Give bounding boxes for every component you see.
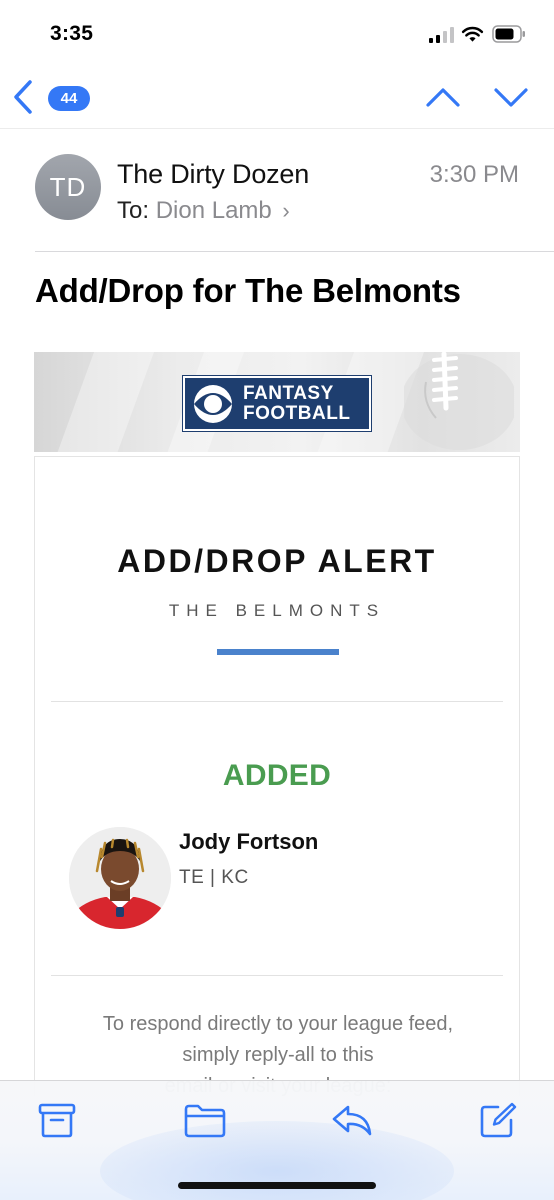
header-divider xyxy=(35,251,554,252)
chevron-up-icon[interactable] xyxy=(424,84,462,110)
cbs-eye-icon xyxy=(194,384,232,423)
chevron-right-icon[interactable]: › xyxy=(282,198,289,223)
battery-icon xyxy=(492,25,525,43)
archive-icon[interactable] xyxy=(37,1101,77,1139)
sent-time: 3:30 PM xyxy=(429,161,519,188)
cbs-fantasy-football-logo: FANTASY FOOTBALL xyxy=(182,375,372,432)
status-time: 3:35 xyxy=(50,22,94,45)
email-subject: Add/Drop for The Belmonts xyxy=(35,272,461,309)
sender-avatar[interactable]: TD xyxy=(35,154,101,220)
alert-title: ADD/DROP ALERT xyxy=(117,543,437,579)
logo-line-2: FOOTBALL xyxy=(243,402,351,424)
reply-icon[interactable] xyxy=(330,1101,374,1139)
football-graphic xyxy=(404,352,514,450)
player-name[interactable]: Jody Fortson xyxy=(179,829,318,855)
unread-count-badge[interactable]: 44 xyxy=(48,86,90,111)
reply-instructions-line: To respond directly to your league feed, xyxy=(102,1013,454,1035)
added-heading: ADDED xyxy=(222,759,332,792)
status-bar: 3:35 xyxy=(0,0,554,70)
chevron-left-icon[interactable] xyxy=(12,79,34,115)
sender-name[interactable]: The Dirty Dozen xyxy=(117,159,309,190)
email-header: TD The Dirty Dozen To: Dion Lamb › 3:30 … xyxy=(0,128,554,252)
card-divider xyxy=(51,701,503,702)
compose-icon[interactable] xyxy=(478,1101,518,1139)
player-headshot-image xyxy=(69,827,171,929)
mail-navigation-bar: 44 xyxy=(0,70,554,128)
wifi-icon xyxy=(461,26,484,42)
recipient-row[interactable]: To: Dion Lamb › xyxy=(117,197,290,225)
card-divider xyxy=(51,975,503,976)
recipient-name[interactable]: Dion Lamb xyxy=(156,197,272,224)
cellular-signal-icon xyxy=(429,27,454,43)
player-position-team: TE | KC xyxy=(179,867,249,888)
home-indicator[interactable] xyxy=(178,1182,376,1189)
player-photo[interactable] xyxy=(69,827,171,929)
accent-bar xyxy=(217,649,339,655)
logo-text: FANTASY FOOTBALL xyxy=(243,382,351,424)
email-banner: FANTASY FOOTBALL xyxy=(34,352,520,452)
chevron-down-icon[interactable] xyxy=(492,84,530,110)
folder-icon[interactable] xyxy=(183,1101,227,1139)
to-label: To: xyxy=(117,197,150,224)
team-name: THE BELMONTS xyxy=(168,601,386,620)
bottom-toolbar xyxy=(0,1080,554,1200)
logo-line-1: FANTASY xyxy=(243,382,334,404)
alert-card: ADD/DROP ALERT THE BELMONTS ADDED Jody F… xyxy=(34,456,520,1097)
reply-instructions-line: simply reply-all to this xyxy=(182,1044,374,1066)
